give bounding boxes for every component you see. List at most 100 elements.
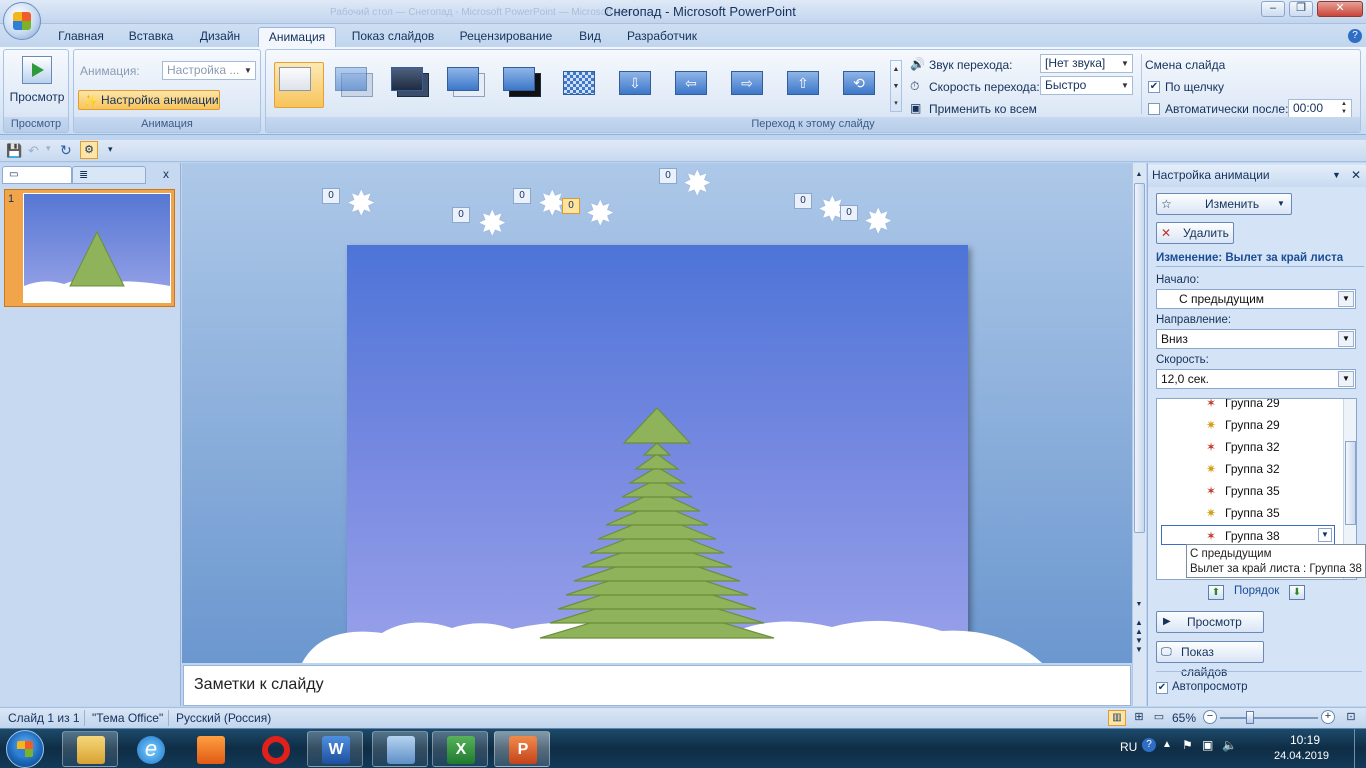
prev-next-slide-icon[interactable]: ▲ ▲ ▼ ▼ bbox=[1134, 618, 1144, 654]
autopreview-checkbox[interactable]: ✔ bbox=[1156, 682, 1168, 694]
preview-button[interactable]: ▶ Просмотр bbox=[1156, 611, 1264, 633]
auto-after-checkbox[interactable] bbox=[1148, 103, 1160, 115]
save-icon[interactable]: 💾 bbox=[6, 143, 22, 159]
transition-cut-black[interactable] bbox=[498, 62, 548, 108]
flag-icon[interactable]: ⚑ bbox=[1182, 738, 1193, 752]
list-item[interactable]: ✷ Группа 32 bbox=[1203, 459, 1280, 479]
transition-none[interactable] bbox=[274, 62, 324, 108]
list-item[interactable]: ✷ Группа 29 bbox=[1203, 415, 1280, 435]
tab-view[interactable]: Вид bbox=[570, 27, 610, 47]
delete-effect-button[interactable]: ✕ Удалить bbox=[1156, 222, 1234, 244]
speed-select[interactable]: 12,0 сек. ▼ bbox=[1156, 369, 1356, 389]
pane-menu-icon[interactable]: ▼ bbox=[1332, 165, 1341, 185]
zoom-out-icon[interactable]: − bbox=[1203, 710, 1217, 724]
transition-fade-black[interactable] bbox=[386, 62, 436, 108]
transition-wipe-up[interactable]: ⇧ bbox=[778, 62, 828, 108]
change-effect-button[interactable]: ☆ Изменить ▼ bbox=[1156, 193, 1292, 215]
apply-all-button[interactable]: Применить ко всем bbox=[929, 102, 1037, 116]
transition-fade[interactable] bbox=[330, 62, 380, 108]
normal-view-icon[interactable]: ▥ bbox=[1108, 710, 1126, 726]
close-button[interactable]: ✕ bbox=[1317, 1, 1363, 17]
network-icon[interactable]: ▣ bbox=[1202, 738, 1213, 752]
zoom-slider[interactable] bbox=[1220, 717, 1318, 719]
zoom-level[interactable]: 65% bbox=[1172, 711, 1196, 725]
start-select[interactable]: С предыдущим ▼ bbox=[1156, 289, 1356, 309]
clock-time[interactable]: 10:19 bbox=[1290, 733, 1320, 747]
outline-tab[interactable]: ≣ bbox=[72, 166, 146, 184]
notes-pane[interactable]: Заметки к слайду bbox=[183, 665, 1131, 706]
taskbar-opera[interactable] bbox=[247, 731, 303, 767]
chevron-down-icon[interactable]: ▼ bbox=[1318, 528, 1332, 542]
scroll-down-icon[interactable]: ▼ bbox=[1134, 601, 1144, 608]
editor-scrollbar[interactable]: ▲ ▼ ▲ ▲ ▼ ▼ bbox=[1132, 163, 1146, 706]
direction-select[interactable]: Вниз ▼ bbox=[1156, 329, 1356, 349]
taskbar-ie[interactable]: e bbox=[122, 731, 178, 767]
tab-animation[interactable]: Анимация bbox=[258, 27, 336, 47]
transition-dissolve[interactable] bbox=[554, 62, 604, 108]
gallery-scroll[interactable]: ▲ ▼ ▾ bbox=[890, 60, 902, 112]
list-item[interactable]: ✶ Группа 29 bbox=[1203, 399, 1280, 413]
transition-wipe-left[interactable]: ⇦ bbox=[666, 62, 716, 108]
customize-qat-icon[interactable]: ▾ bbox=[108, 144, 113, 155]
on-click-checkbox[interactable]: ✔ bbox=[1148, 81, 1160, 93]
transition-cut[interactable] bbox=[442, 62, 492, 108]
pane-close-icon[interactable]: ✕ bbox=[1351, 165, 1361, 185]
slide-sorter-icon[interactable]: ⊞ bbox=[1130, 710, 1148, 726]
fit-to-window-icon[interactable]: ⊡ bbox=[1342, 710, 1360, 726]
language-indicator[interactable]: RU bbox=[1120, 740, 1137, 754]
minimize-button[interactable]: – bbox=[1261, 1, 1285, 17]
scrollbar-thumb[interactable] bbox=[1134, 183, 1145, 533]
transition-wheel[interactable]: ⟲ bbox=[834, 62, 884, 108]
undo-icon[interactable]: ↶ bbox=[28, 143, 39, 159]
auto-after-spinner[interactable]: 00:00 ▲ ▼ bbox=[1288, 99, 1352, 118]
tab-developer[interactable]: Разработчик bbox=[618, 27, 706, 47]
tray-expand-icon[interactable]: ▲ bbox=[1162, 739, 1172, 750]
list-item[interactable]: ✶ Группа 35 bbox=[1203, 481, 1280, 501]
tab-home[interactable]: Главная bbox=[50, 27, 112, 47]
preview-button[interactable]: Просмотр bbox=[4, 90, 70, 104]
taskbar-explorer[interactable] bbox=[62, 731, 118, 767]
taskbar-media[interactable] bbox=[182, 731, 238, 767]
help-icon[interactable]: ? bbox=[1142, 738, 1156, 752]
volume-icon[interactable]: 🔈 bbox=[1222, 738, 1237, 752]
taskbar-excel[interactable]: X bbox=[432, 731, 488, 767]
tab-slideshow[interactable]: Показ слайдов bbox=[344, 27, 442, 47]
restore-button[interactable]: ❐ bbox=[1289, 1, 1313, 17]
tab-review[interactable]: Рецензирование bbox=[450, 27, 562, 47]
taskbar-word[interactable]: W bbox=[307, 731, 363, 767]
taskbar-app[interactable] bbox=[372, 731, 428, 767]
move-down-icon[interactable]: ⬇ bbox=[1289, 585, 1305, 600]
list-item[interactable]: ✷ Группа 35 bbox=[1203, 503, 1280, 523]
chevron-down-icon: ▼ bbox=[1338, 371, 1354, 387]
list-item-selected[interactable]: ✶ Группа 38 ▼ bbox=[1161, 525, 1335, 545]
office-logo-icon bbox=[13, 12, 31, 30]
redo-icon[interactable]: ↻ bbox=[60, 142, 72, 159]
transition-wipe-right[interactable]: ⇨ bbox=[722, 62, 772, 108]
chevron-down-icon[interactable]: ▾ bbox=[46, 143, 51, 154]
animation-select[interactable]: Настройка ... ▼ bbox=[162, 61, 256, 80]
slides-tab[interactable]: ▭ bbox=[2, 166, 72, 184]
zoom-in-icon[interactable]: + bbox=[1321, 710, 1335, 724]
slideshow-button[interactable]: 🖵 Показ слайдов bbox=[1156, 641, 1264, 679]
slideshow-view-icon[interactable]: ▭ bbox=[1150, 710, 1168, 726]
move-up-icon[interactable]: ⬆ bbox=[1208, 585, 1224, 600]
show-desktop-button[interactable] bbox=[1354, 729, 1366, 768]
zoom-slider-thumb[interactable] bbox=[1246, 711, 1254, 724]
transition-wipe-down[interactable]: ⇩ bbox=[610, 62, 660, 108]
scroll-up-icon[interactable]: ▲ bbox=[1134, 171, 1144, 181]
tab-design[interactable]: Дизайн bbox=[190, 27, 250, 47]
close-pane-icon[interactable]: x bbox=[163, 167, 169, 181]
office-button[interactable] bbox=[3, 2, 41, 40]
sound-select[interactable]: [Нет звука] ▼ bbox=[1040, 54, 1133, 73]
start-button[interactable] bbox=[6, 730, 44, 768]
taskbar-powerpoint[interactable]: P bbox=[494, 731, 550, 767]
help-icon[interactable]: ? bbox=[1348, 29, 1362, 43]
list-item[interactable]: ✶ Группа 32 bbox=[1203, 437, 1280, 457]
list-scroll-thumb[interactable] bbox=[1345, 441, 1356, 525]
slide-thumbnail[interactable]: 1 bbox=[4, 189, 175, 307]
speed-select[interactable]: Быстро ▼ bbox=[1040, 76, 1133, 95]
tab-insert[interactable]: Вставка bbox=[120, 27, 182, 47]
custom-animation-button[interactable]: ✨ Настройка анимации bbox=[78, 90, 220, 110]
custom-tool-icon[interactable]: ⚙ bbox=[80, 141, 98, 159]
clock-date[interactable]: 24.04.2019 bbox=[1274, 750, 1329, 762]
